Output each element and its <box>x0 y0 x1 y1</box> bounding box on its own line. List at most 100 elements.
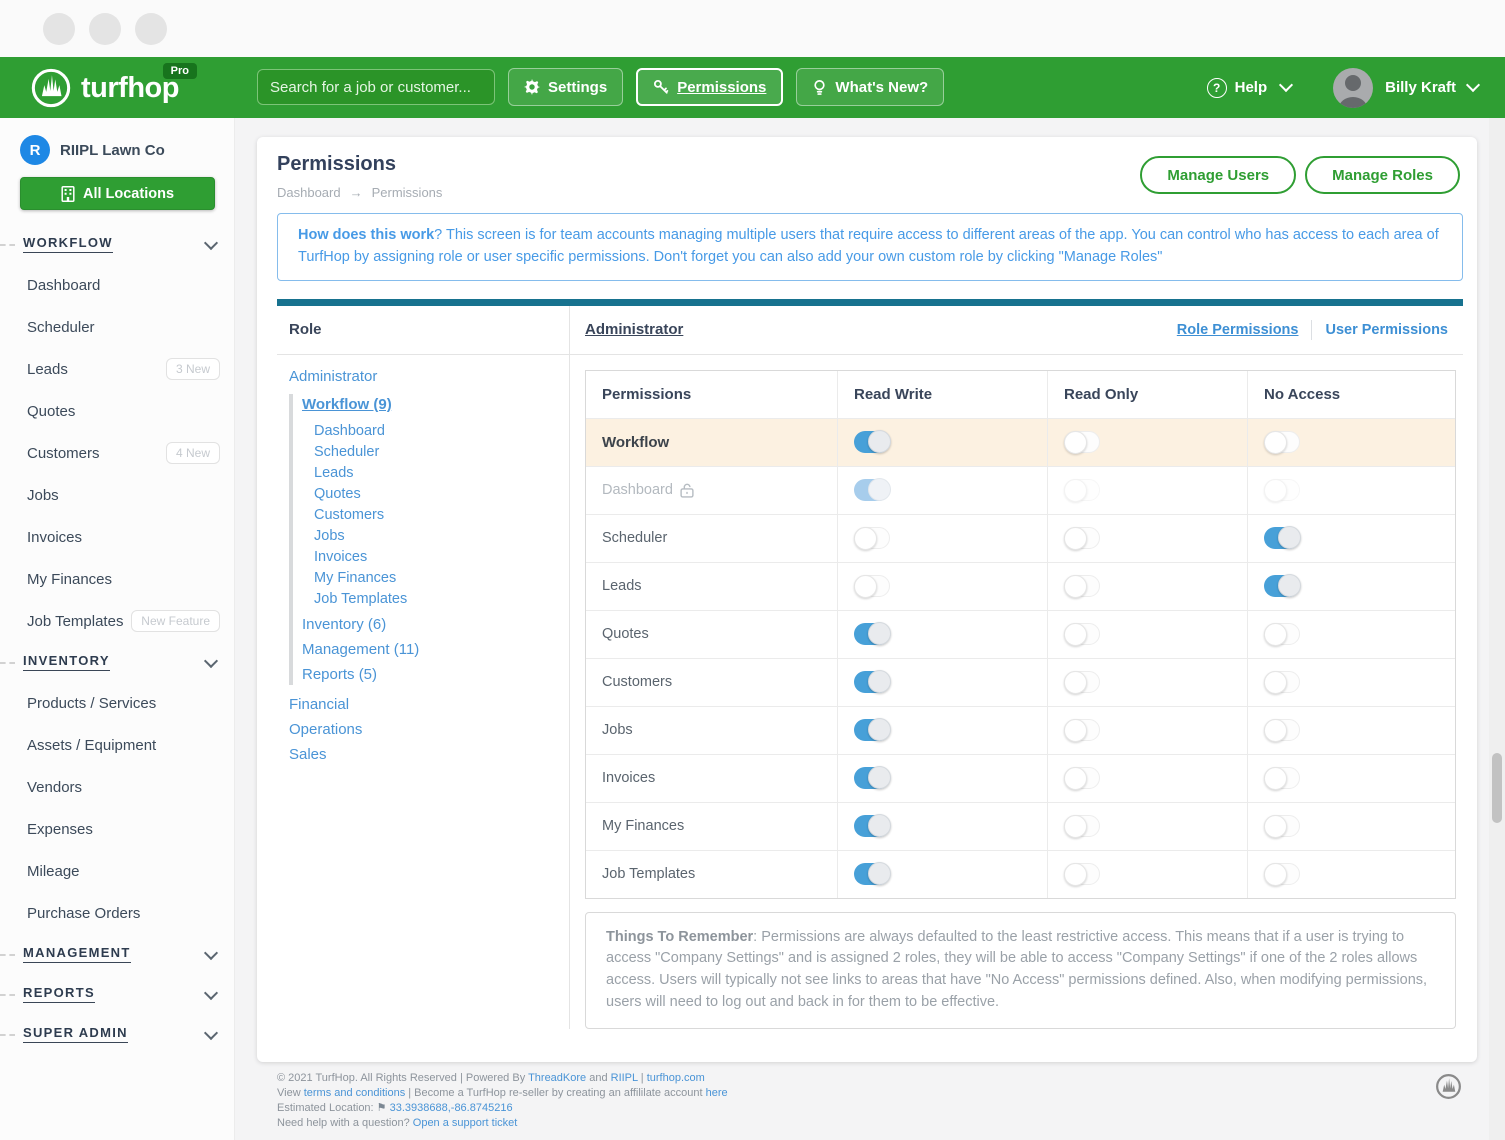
tree-item-dashboard[interactable]: Dashboard <box>302 421 569 442</box>
tree-item-customers[interactable]: Customers <box>302 505 569 526</box>
toggle-read-only[interactable] <box>1064 623 1100 645</box>
sidebar-item-vendors[interactable]: Vendors <box>0 766 234 808</box>
toggle-read-write[interactable] <box>854 767 890 789</box>
turfhop-site-link[interactable]: turfhop.com <box>647 1072 705 1084</box>
user-avatar[interactable] <box>1333 68 1373 108</box>
all-locations-button[interactable]: All Locations <box>20 177 215 210</box>
breadcrumb-dashboard[interactable]: Dashboard <box>277 185 341 200</box>
manage-users-button[interactable]: Manage Users <box>1140 156 1296 194</box>
tree-item-invoices[interactable]: Invoices <box>302 547 569 568</box>
toggle-no-access[interactable] <box>1264 575 1300 597</box>
toggle-no-access[interactable] <box>1264 671 1300 693</box>
sidebar-item-purchase-orders[interactable]: Purchase Orders <box>0 892 234 934</box>
tab-user-permissions[interactable]: User Permissions <box>1325 322 1448 338</box>
sidebar-section-management[interactable]: MANAGEMENT <box>0 934 234 974</box>
toggle-read-only[interactable] <box>1064 431 1100 453</box>
manage-roles-button[interactable]: Manage Roles <box>1305 156 1460 194</box>
toggle-read-only[interactable] <box>1064 527 1100 549</box>
sidebar-item-label: Assets / Equipment <box>27 737 156 754</box>
toggle-no-access[interactable] <box>1264 527 1300 549</box>
sidebar-item-quotes[interactable]: Quotes <box>0 390 234 432</box>
sidebar-item-products-services[interactable]: Products / Services <box>0 682 234 724</box>
toggle-no-access[interactable] <box>1264 623 1300 645</box>
toggle-no-access[interactable] <box>1264 479 1300 501</box>
sidebar-section-reports[interactable]: REPORTS <box>0 974 234 1014</box>
sidebar-item-scheduler[interactable]: Scheduler <box>0 306 234 348</box>
toggle-read-write[interactable] <box>854 671 890 693</box>
tree-item-jobs[interactable]: Jobs <box>302 526 569 547</box>
toggle-read-only[interactable] <box>1064 575 1100 597</box>
location-coords-link[interactable]: 33.3938688,-86.8745216 <box>390 1102 513 1114</box>
tree-item-job-templates[interactable]: Job Templates <box>302 589 569 610</box>
toggle-read-write[interactable] <box>854 479 890 501</box>
tab-role-permissions[interactable]: Role Permissions <box>1177 322 1299 338</box>
sidebar-item-job-templates[interactable]: Job TemplatesNew Feature <box>0 600 234 642</box>
help-menu[interactable]: Help <box>1235 79 1268 96</box>
terms-link[interactable]: terms and conditions <box>304 1087 406 1099</box>
permission-label-cell: Job Templates <box>586 851 838 898</box>
scrollbar-thumb[interactable] <box>1492 753 1502 823</box>
sidebar-item-my-finances[interactable]: My Finances <box>0 558 234 600</box>
chevron-down-icon[interactable] <box>1279 78 1293 92</box>
sidebar-item-jobs[interactable]: Jobs <box>0 474 234 516</box>
toggle-read-only[interactable] <box>1064 815 1100 837</box>
column-header-no-access: No Access <box>1248 371 1455 418</box>
company-row[interactable]: R RIIPL Lawn Co <box>20 135 218 165</box>
toggle-no-access[interactable] <box>1264 767 1300 789</box>
toggle-knob <box>1278 574 1301 597</box>
chevron-down-icon[interactable] <box>1466 78 1480 92</box>
tree-item-leads[interactable]: Leads <box>302 463 569 484</box>
toggle-read-write[interactable] <box>854 863 890 885</box>
sidebar-section-workflow[interactable]: WORKFLOW <box>0 224 234 264</box>
tree-category-inventory-6[interactable]: Inventory (6) <box>302 614 569 635</box>
tree-item-quotes[interactable]: Quotes <box>302 484 569 505</box>
search-input[interactable] <box>257 69 495 105</box>
sidebar-item-mileage[interactable]: Mileage <box>0 850 234 892</box>
sidebar-item-assets-equipment[interactable]: Assets / Equipment <box>0 724 234 766</box>
toggle-no-access[interactable] <box>1264 815 1300 837</box>
tree-category-workflow-9[interactable]: Workflow (9) <box>302 394 569 415</box>
toggle-read-write[interactable] <box>854 623 890 645</box>
role-column-header: Role <box>277 306 569 355</box>
toggle-read-write[interactable] <box>854 719 890 741</box>
toggle-read-only[interactable] <box>1064 719 1100 741</box>
sidebar-item-leads[interactable]: Leads3 New <box>0 348 234 390</box>
nav-button-permissions[interactable]: Permissions <box>636 68 783 106</box>
tree-item-scheduler[interactable]: Scheduler <box>302 442 569 463</box>
tree-role-sales[interactable]: Sales <box>289 744 569 765</box>
selected-role-title[interactable]: Administrator <box>585 321 683 338</box>
user-name[interactable]: Billy Kraft <box>1385 79 1456 96</box>
toggle-read-write[interactable] <box>854 527 890 549</box>
toggle-read-only[interactable] <box>1064 479 1100 501</box>
toggle-read-only[interactable] <box>1064 767 1100 789</box>
toggle-no-access[interactable] <box>1264 719 1300 741</box>
sidebar-item-expenses[interactable]: Expenses <box>0 808 234 850</box>
sidebar-item-label: Customers <box>27 445 100 462</box>
toggle-read-only[interactable] <box>1064 671 1100 693</box>
toggle-read-write[interactable] <box>854 431 890 453</box>
affiliate-link[interactable]: here <box>706 1087 728 1099</box>
sidebar-item-dashboard[interactable]: Dashboard <box>0 264 234 306</box>
threadkore-link[interactable]: ThreadKore <box>528 1072 586 1084</box>
toggle-read-write[interactable] <box>854 575 890 597</box>
toggle-read-only[interactable] <box>1064 863 1100 885</box>
tree-role-administrator[interactable]: Administrator <box>289 368 569 385</box>
tree-category-reports-5[interactable]: Reports (5) <box>302 664 569 685</box>
tree-category-management-11[interactable]: Management (11) <box>302 639 569 660</box>
toggle-read-write[interactable] <box>854 815 890 837</box>
nav-button-settings[interactable]: Settings <box>508 68 623 106</box>
sidebar-item-invoices[interactable]: Invoices <box>0 516 234 558</box>
support-ticket-link[interactable]: Open a support ticket <box>413 1117 518 1129</box>
brand-logo[interactable]: turfhop Pro <box>30 67 179 109</box>
tree-item-my-finances[interactable]: My Finances <box>302 568 569 589</box>
sidebar-section-super-admin[interactable]: SUPER ADMIN <box>0 1014 234 1054</box>
sidebar-section-inventory[interactable]: INVENTORY <box>0 642 234 682</box>
tree-role-financial[interactable]: Financial <box>289 694 569 715</box>
tree-role-operations[interactable]: Operations <box>289 719 569 740</box>
nav-button-what-s-new[interactable]: What's New? <box>796 68 944 106</box>
sidebar-item-customers[interactable]: Customers4 New <box>0 432 234 474</box>
toggle-no-access[interactable] <box>1264 431 1300 453</box>
toggle-no-access[interactable] <box>1264 863 1300 885</box>
toggle-cell <box>838 563 1048 610</box>
riipl-link[interactable]: RIIPL <box>611 1072 638 1084</box>
